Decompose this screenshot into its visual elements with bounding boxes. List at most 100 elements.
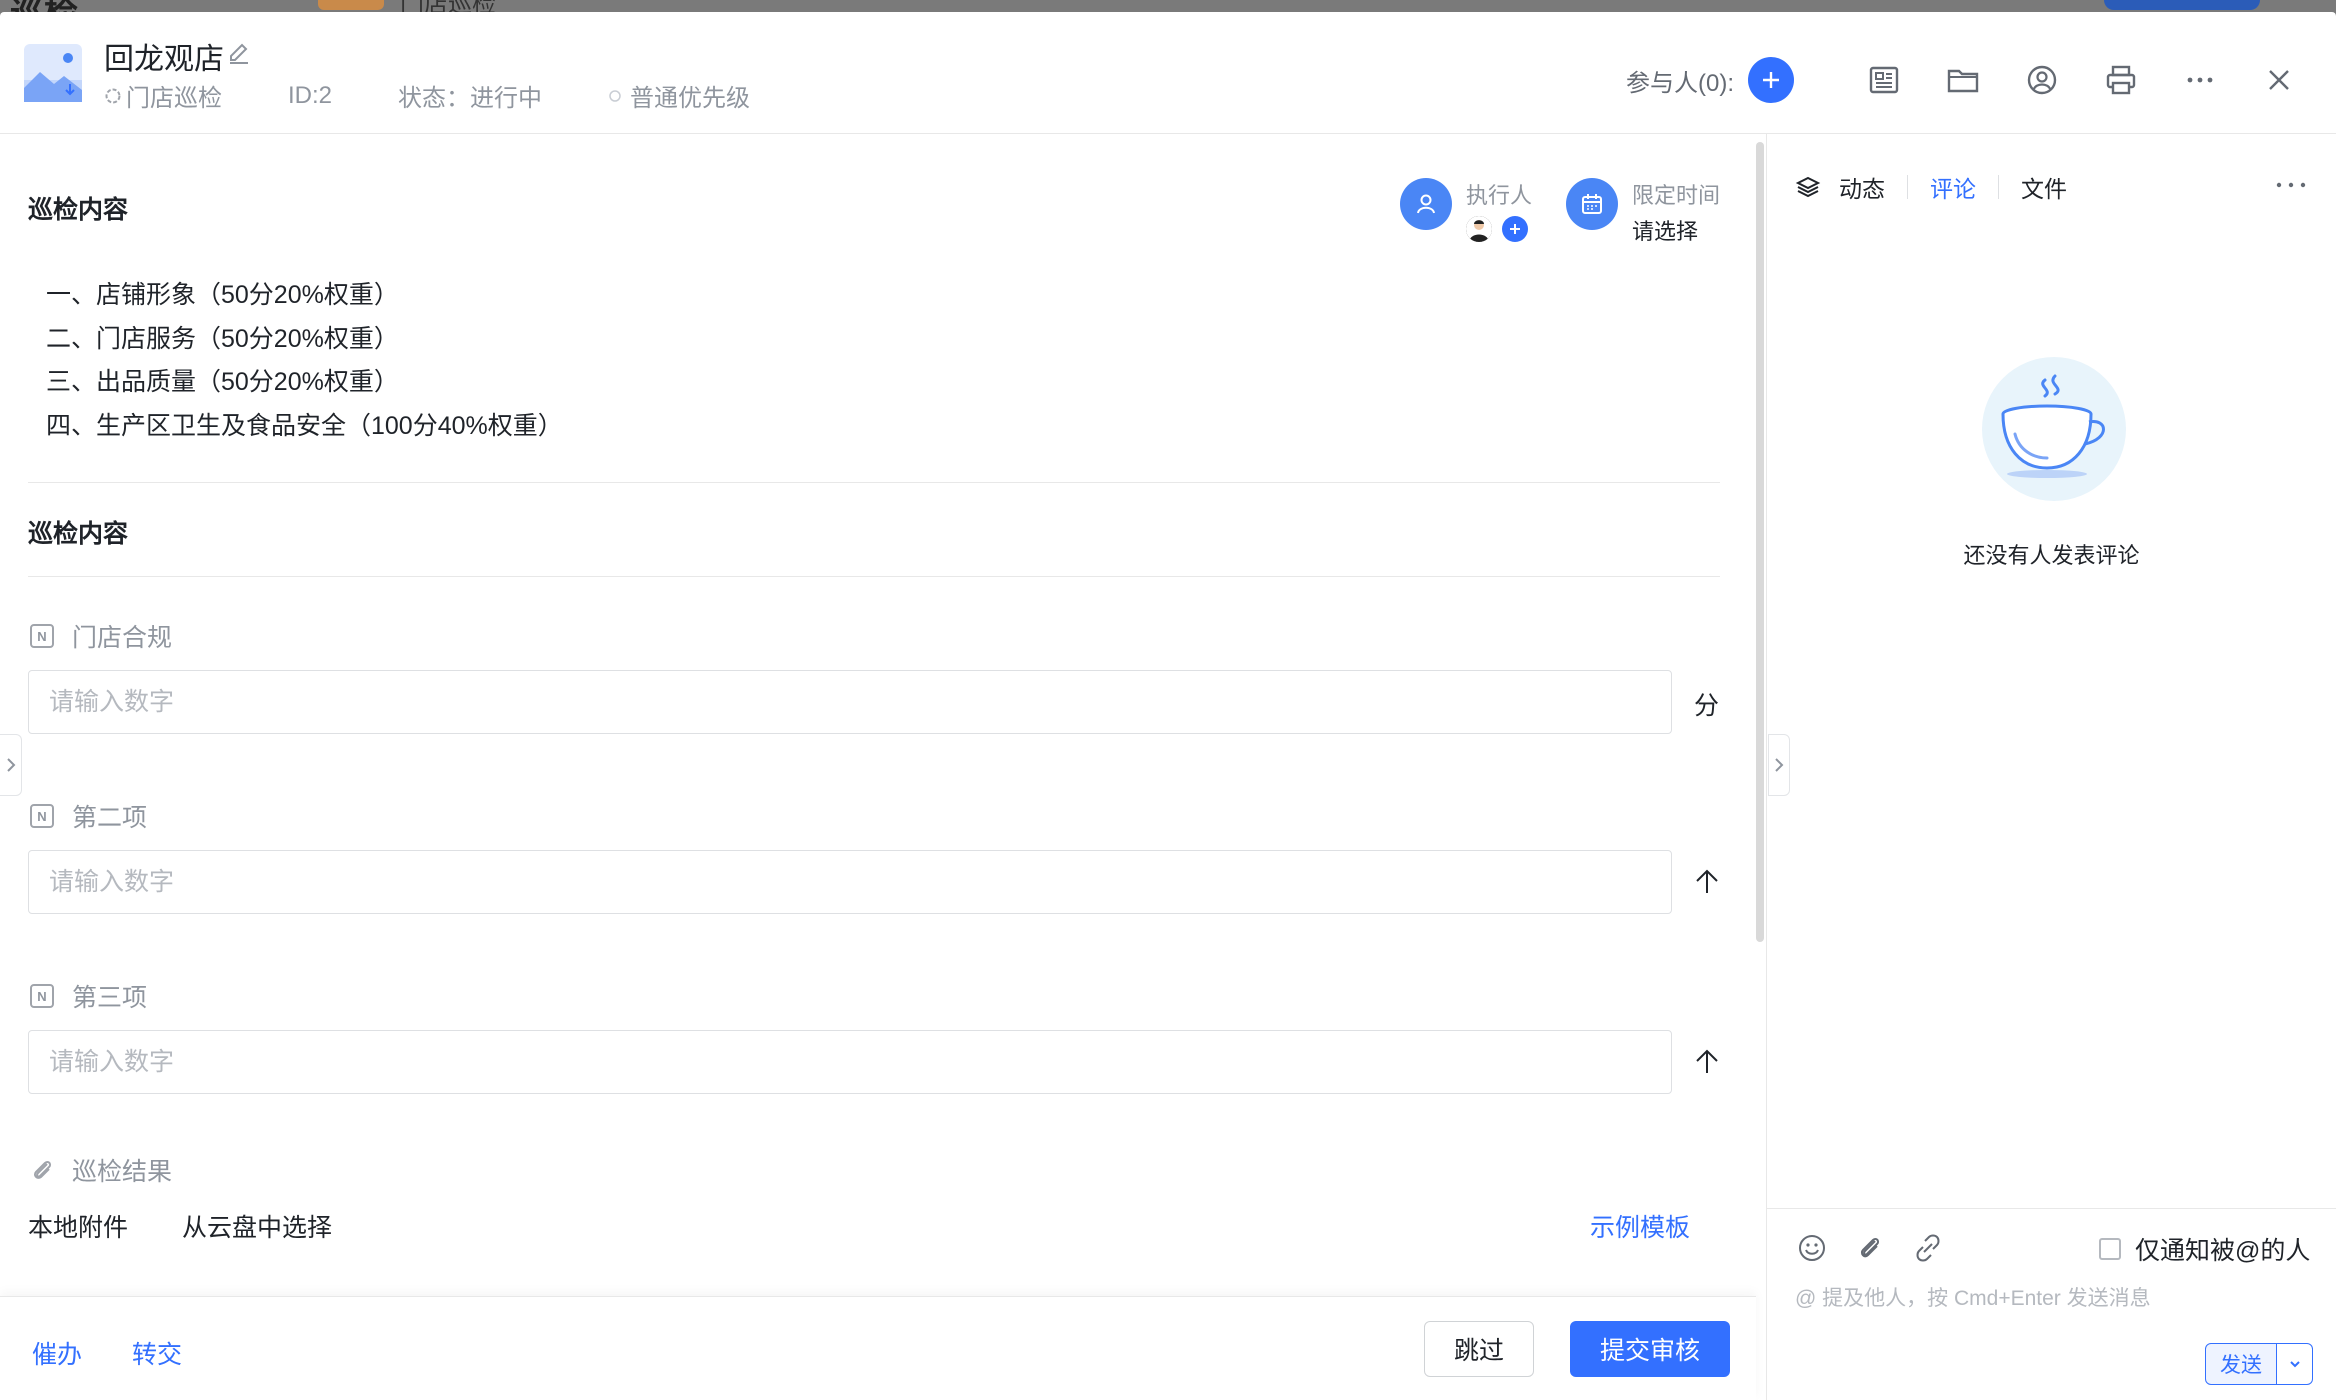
send-options-dropdown[interactable] <box>2277 1343 2313 1385</box>
calendar-icon <box>1582 194 1602 214</box>
notify-mentioned-only[interactable]: 仅通知被@的人 <box>2099 1231 2310 1267</box>
section-title-inspection-items: 巡检内容 <box>28 520 129 548</box>
cloud-select-link[interactable]: 从云盘中选择 <box>182 1208 332 1244</box>
action-footer: 催办 转交 跳过 提交审核 <box>0 1296 1756 1400</box>
task-category-label: 门店巡检 <box>126 85 222 112</box>
sidebar-tabs: 动态 评论 文件 <box>1795 170 2067 204</box>
emoji-button[interactable] <box>1795 1231 1829 1265</box>
modal-header: 回龙观店 门店巡检 ID:2 状态：进行中 普通优先级 参与人(0): <box>0 12 2336 134</box>
assignee-avatar[interactable] <box>1466 216 1492 242</box>
insert-link-button[interactable] <box>1911 1231 1945 1265</box>
chevron-right-icon <box>6 758 15 772</box>
task-meta-row: 门店巡检 ID:2 状态：进行中 普通优先级 <box>104 78 750 113</box>
plus-icon <box>1510 224 1520 234</box>
tab-files[interactable]: 文件 <box>2021 170 2067 204</box>
skip-button[interactable]: 跳过 <box>1424 1321 1534 1377</box>
layers-icon <box>1795 176 1821 198</box>
close-icon <box>2269 70 2289 90</box>
add-icon <box>1763 72 1779 88</box>
field-label-text: 第三项 <box>72 984 148 1012</box>
arrow-up-icon <box>1696 1049 1718 1073</box>
urge-link[interactable]: 催办 <box>32 1335 82 1371</box>
section-title-inspection-content: 巡检内容 <box>28 196 129 224</box>
more-icon <box>2187 77 2213 83</box>
tab-separator <box>1998 175 1999 199</box>
comment-toolbar <box>1795 1231 1969 1265</box>
field-label-item-2: N 第二项 <box>30 798 147 834</box>
notify-mentioned-checkbox[interactable] <box>2099 1238 2121 1260</box>
empty-coffee-cup-icon <box>1982 357 2126 501</box>
arrow-up-icon <box>1696 869 1718 893</box>
example-template-link[interactable]: 示例模板 <box>1590 1208 1690 1244</box>
activity-sidebar: 动态 评论 文件 还没有人发表评论 仅通知被@的人 @ 提及他人，按 Cmd+E… <box>1767 134 2336 1400</box>
task-priority-label: 普通优先级 <box>630 85 751 112</box>
print-button[interactable] <box>2098 57 2144 103</box>
field-label-item-3: N 第三项 <box>30 978 147 1014</box>
folder-icon <box>1947 69 1979 93</box>
attachment-label-text: 巡检结果 <box>72 1158 173 1186</box>
sidebar-more-icon[interactable] <box>2271 170 2311 200</box>
item-2-input[interactable] <box>28 850 1672 914</box>
store-compliance-input[interactable] <box>28 670 1672 734</box>
tab-activity-label: 动态 <box>1839 176 1885 202</box>
paperclip-icon <box>33 1160 52 1179</box>
inspection-outline: 一、店铺形象（50分20%权重） 二、门店服务（50分20%权重） 三、出品质量… <box>46 274 563 448</box>
divider <box>28 482 1720 483</box>
edit-pencil-icon[interactable] <box>226 40 252 66</box>
send-button[interactable]: 发送 <box>2205 1343 2277 1385</box>
outline-item: 四、生产区卫生及食品安全（100分40%权重） <box>46 411 563 440</box>
assignee-avatars <box>1466 216 1532 242</box>
number-field-icon: N <box>30 624 54 648</box>
attach-file-button[interactable] <box>1853 1231 1887 1265</box>
add-participant-button[interactable] <box>1748 57 1794 103</box>
tab-files-label: 文件 <box>2021 176 2067 202</box>
comment-composer: 仅通知被@的人 发送 <box>1767 1208 2336 1400</box>
field-label-store-compliance: N 门店合规 <box>30 618 172 654</box>
folder-button[interactable] <box>1940 57 1986 103</box>
item-3-input[interactable] <box>28 1030 1672 1094</box>
image-placeholder-icon <box>24 44 82 102</box>
task-category: 门店巡检 <box>104 78 222 113</box>
document-button[interactable] <box>1861 57 1907 103</box>
tab-comments[interactable]: 评论 <box>1930 170 1976 204</box>
deadline-label: 限定时间 <box>1632 183 1721 208</box>
task-detail-modal: 回龙观店 门店巡检 ID:2 状态：进行中 普通优先级 参与人(0): 巡检内容… <box>0 12 2336 1400</box>
transfer-link[interactable]: 转交 <box>132 1335 182 1371</box>
unit-label: 分 <box>1694 692 1720 720</box>
comment-input[interactable] <box>1795 1279 2305 1319</box>
header-actions: 参与人(0): <box>1626 56 2302 104</box>
tab-comments-label: 评论 <box>1930 176 1976 202</box>
task-title: 回龙观店 <box>104 43 224 76</box>
chevron-down-icon <box>2289 1361 2300 1368</box>
task-priority[interactable]: 普通优先级 <box>608 78 750 113</box>
left-collapse-handle[interactable] <box>0 734 22 796</box>
deadline-value[interactable]: 请选择 <box>1632 214 1720 246</box>
user-profile-button[interactable] <box>2019 57 2065 103</box>
more-button[interactable] <box>2177 57 2223 103</box>
number-field-icon: N <box>30 984 54 1008</box>
user-circle-icon <box>2027 65 2057 95</box>
submit-review-button[interactable]: 提交审核 <box>1570 1321 1730 1377</box>
outline-item: 一、店铺形象（50分20%权重） <box>46 281 399 309</box>
attachment-actions: 本地附件 从云盘中选择 <box>28 1208 386 1244</box>
emoji-icon <box>1799 1235 1825 1261</box>
tab-activity[interactable]: 动态 <box>1795 170 1885 204</box>
loading-ring-icon <box>105 88 121 103</box>
content-scrollbar[interactable] <box>1756 142 1764 942</box>
link-icon <box>1916 1234 1940 1262</box>
task-content-pane: 巡检内容 执行人 限定时间 请选择 一、店铺形象（50分20%权重） 二、门店服… <box>0 134 1756 1308</box>
assignee-icon-button[interactable] <box>1400 178 1452 230</box>
local-attachment-link[interactable]: 本地附件 <box>28 1208 128 1244</box>
backdrop-button <box>2104 0 2260 10</box>
deadline-icon-button[interactable] <box>1566 178 1618 230</box>
notify-mentioned-label: 仅通知被@的人 <box>2135 1237 2311 1265</box>
assignee-field[interactable]: 执行人 <box>1400 178 1532 242</box>
close-button[interactable] <box>2256 57 2302 103</box>
outline-item: 三、出品质量（50分20%权重） <box>46 368 399 396</box>
person-icon <box>1417 194 1435 214</box>
add-assignee-button[interactable] <box>1502 216 1528 242</box>
task-id: ID:2 <box>288 81 333 109</box>
attachment-field-label: 巡检结果 <box>30 1152 172 1188</box>
user-avatar-icon <box>1466 216 1492 242</box>
deadline-field[interactable]: 限定时间 请选择 <box>1566 178 1720 246</box>
